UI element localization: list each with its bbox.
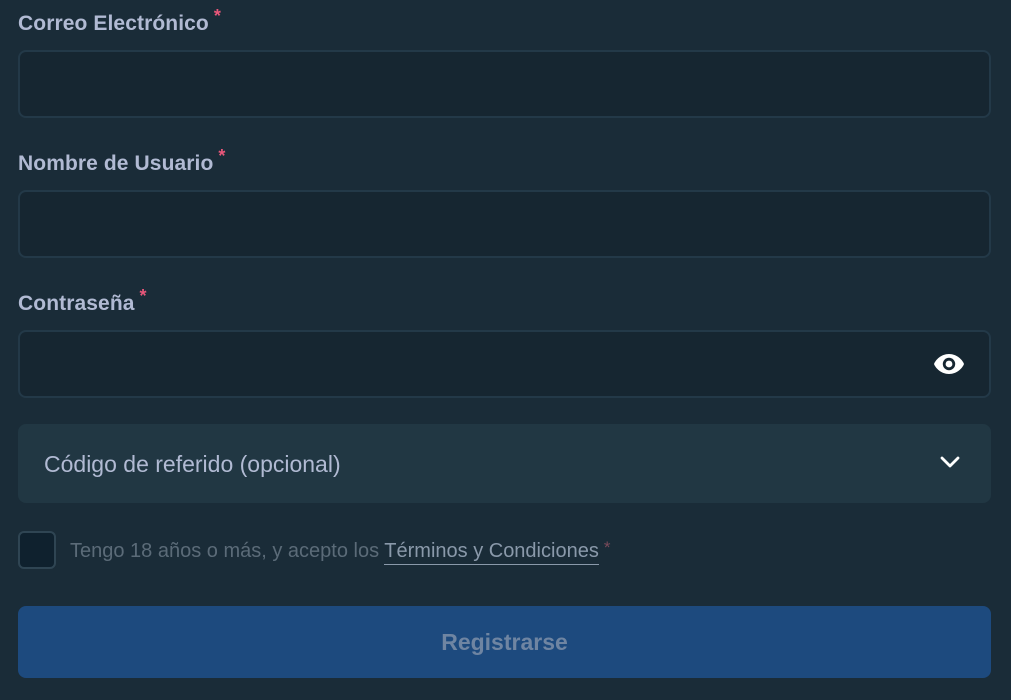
username-label-text: Nombre de Usuario	[18, 152, 214, 175]
email-required-mark: *	[213, 6, 221, 26]
email-label-text: Correo Electrónico	[18, 12, 209, 35]
email-field[interactable]	[20, 52, 989, 116]
password-label-text: Contraseña	[18, 292, 135, 315]
eye-icon[interactable]	[933, 353, 965, 375]
password-required-mark: *	[139, 286, 147, 306]
username-required-mark: *	[218, 146, 226, 166]
chevron-down-icon	[940, 456, 960, 468]
referral-code-toggle[interactable]: Código de referido (opcional)	[18, 424, 991, 503]
email-field-container	[18, 50, 991, 118]
terms-checkbox[interactable]	[18, 531, 56, 569]
email-label: Correo Electrónico *	[18, 6, 221, 36]
password-field-container	[18, 330, 991, 398]
referral-code-label: Código de referido (opcional)	[44, 451, 341, 477]
terms-statement: Tengo 18 años o más, y acepto los	[70, 540, 385, 562]
terms-required-mark: *	[603, 538, 611, 557]
password-field[interactable]	[20, 332, 989, 396]
registration-form: Correo Electrónico * Nombre de Usuario * C…	[0, 0, 1011, 700]
register-button[interactable]: Registrarse	[18, 606, 991, 678]
terms-link[interactable]: Términos y Condiciones	[384, 540, 599, 565]
username-field-container	[18, 190, 991, 258]
password-label: Contraseña *	[18, 286, 147, 316]
username-field[interactable]	[20, 192, 989, 256]
username-label: Nombre de Usuario *	[18, 146, 226, 176]
terms-text: Tengo 18 años o más, y acepto los Términ…	[70, 538, 611, 565]
